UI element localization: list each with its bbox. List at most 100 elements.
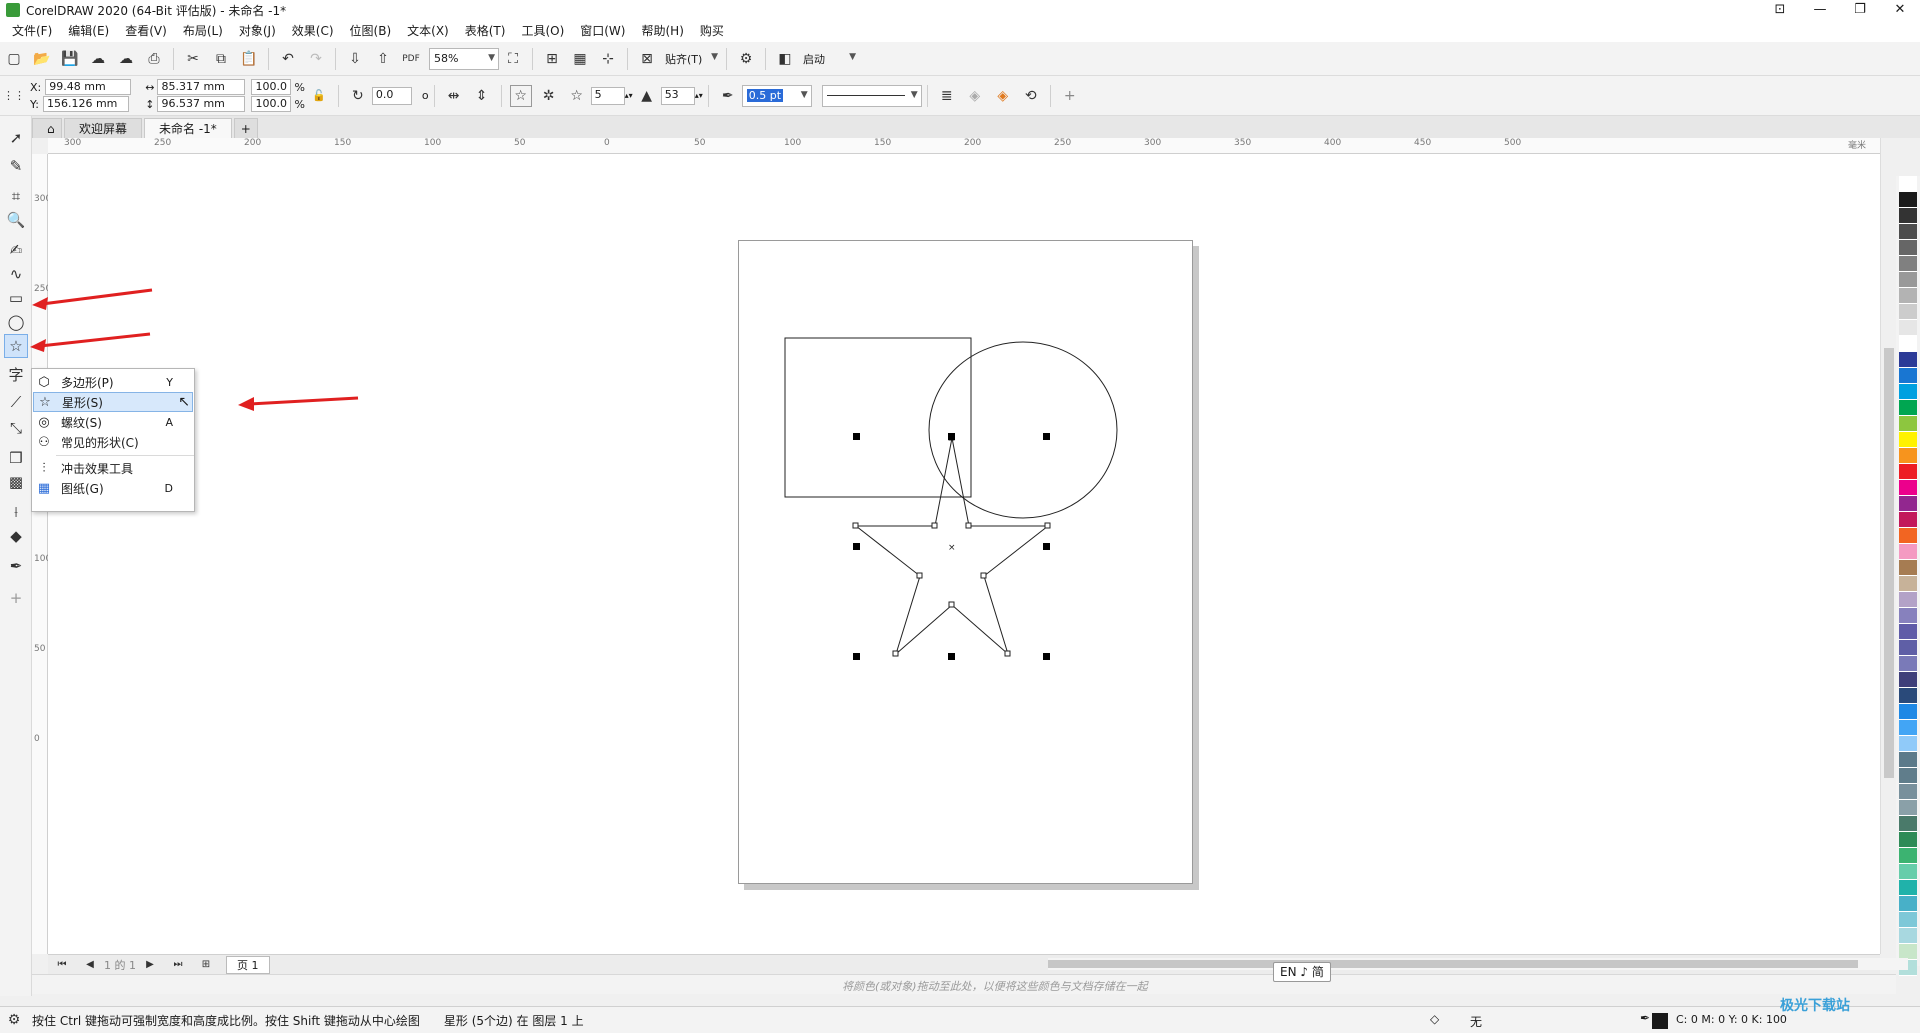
color-swatch[interactable] bbox=[1899, 768, 1917, 784]
add-tool-icon[interactable]: + bbox=[4, 586, 28, 610]
cloud-upload-icon[interactable]: ☁ bbox=[87, 48, 109, 70]
close-button[interactable]: ✕ bbox=[1880, 0, 1920, 20]
interactive-fill-tool-icon[interactable]: ◆ bbox=[4, 524, 28, 548]
object-origin-icon[interactable]: ⋮⋮ bbox=[3, 85, 25, 107]
to-back-icon[interactable]: ◈ bbox=[992, 85, 1014, 107]
next-page-icon[interactable]: ▶ bbox=[139, 954, 161, 976]
handle-left[interactable] bbox=[853, 543, 860, 550]
flyout-polygon-tool[interactable]: ⬡ 多边形(P) Y bbox=[33, 372, 193, 392]
color-swatch[interactable] bbox=[1899, 176, 1917, 192]
color-swatch[interactable] bbox=[1899, 640, 1917, 656]
color-swatch[interactable] bbox=[1899, 896, 1917, 912]
color-swatch[interactable] bbox=[1899, 496, 1917, 512]
mirror-horizontal-icon[interactable]: ⇹ bbox=[443, 85, 465, 107]
connector-tool-icon[interactable]: ⤡ bbox=[4, 416, 28, 440]
text-wrap-icon[interactable]: ≣ bbox=[936, 85, 958, 107]
crop-tool-icon[interactable]: ⌗ bbox=[4, 184, 28, 208]
points-input[interactable]: 5 bbox=[590, 86, 625, 105]
color-swatch[interactable] bbox=[1899, 832, 1917, 848]
freehand-tool-icon[interactable]: ✍ bbox=[4, 238, 28, 262]
star-icon[interactable]: ☆ bbox=[509, 84, 532, 107]
full-screen-icon[interactable]: ⛶ bbox=[502, 48, 524, 70]
import-icon[interactable]: ⇩ bbox=[344, 48, 366, 70]
color-swatch[interactable] bbox=[1899, 800, 1917, 816]
color-swatch[interactable] bbox=[1899, 320, 1917, 336]
transparency-tool-icon[interactable]: ▩ bbox=[4, 470, 28, 494]
color-swatch[interactable] bbox=[1899, 784, 1917, 800]
color-swatch[interactable] bbox=[1899, 512, 1917, 528]
document-palette[interactable]: 将颜色(或对象)拖动至此处，以便将这些颜色与文档存储在一起 bbox=[32, 974, 1896, 994]
color-swatch[interactable] bbox=[1899, 480, 1917, 496]
points-stepper[interactable]: ▴▾ bbox=[625, 91, 633, 100]
open-folder-icon[interactable]: 📂 bbox=[31, 48, 53, 70]
handle-top-left[interactable] bbox=[853, 433, 860, 440]
handle-bottom-left[interactable] bbox=[853, 653, 860, 660]
rectangle-shape[interactable] bbox=[784, 337, 972, 498]
flyout-star-tool[interactable]: ☆ 星形(S) ↖ bbox=[33, 392, 193, 412]
color-swatch[interactable] bbox=[1899, 816, 1917, 832]
ellipse-tool-icon[interactable]: ◯ bbox=[4, 310, 28, 334]
page-tab[interactable]: 页 1 bbox=[226, 955, 270, 974]
line-style-select[interactable]: ▼ bbox=[821, 84, 922, 107]
launch-dropdown[interactable]: 启动 ▼ bbox=[799, 48, 859, 70]
color-swatch[interactable] bbox=[1899, 544, 1917, 560]
color-swatch[interactable] bbox=[1899, 432, 1917, 448]
handle-right[interactable] bbox=[1043, 543, 1050, 550]
parallel-dimension-tool-icon[interactable]: ⟋ bbox=[4, 390, 28, 414]
options-gear-icon[interactable]: ⚙ bbox=[735, 48, 757, 70]
mirror-vertical-icon[interactable]: ⇕ bbox=[471, 85, 493, 107]
save-icon[interactable]: 💾 bbox=[59, 48, 81, 70]
color-swatch[interactable] bbox=[1899, 208, 1917, 224]
sharpness-input[interactable]: 53 bbox=[660, 86, 695, 105]
home-icon[interactable]: ⌂ bbox=[32, 118, 62, 138]
vertical-scrollbar[interactable] bbox=[1880, 138, 1896, 954]
horizontal-scrollbar[interactable] bbox=[1048, 958, 1908, 970]
menu-bitmaps[interactable]: 位图(B) bbox=[342, 20, 400, 42]
artistic-media-tool-icon[interactable]: ∿ bbox=[4, 262, 28, 286]
color-swatch[interactable] bbox=[1899, 272, 1917, 288]
color-swatch[interactable] bbox=[1899, 592, 1917, 608]
color-swatch[interactable] bbox=[1899, 576, 1917, 592]
copy-icon[interactable]: ⧉ bbox=[210, 48, 232, 70]
shape-tool-icon[interactable]: ✎ bbox=[4, 154, 28, 178]
handle-bottom-right[interactable] bbox=[1043, 653, 1050, 660]
menu-table[interactable]: 表格(T) bbox=[457, 20, 514, 42]
color-swatch[interactable] bbox=[1899, 672, 1917, 688]
rotation-icon[interactable]: ↻ bbox=[347, 85, 369, 107]
color-swatch[interactable] bbox=[1899, 256, 1917, 272]
color-swatch[interactable] bbox=[1899, 752, 1917, 768]
lock-ratio-icon[interactable]: 🔓 bbox=[308, 85, 330, 107]
menu-edit[interactable]: 编辑(E) bbox=[60, 20, 117, 42]
color-swatch[interactable] bbox=[1899, 720, 1917, 736]
color-swatch[interactable] bbox=[1899, 400, 1917, 416]
color-swatch[interactable] bbox=[1899, 368, 1917, 384]
color-swatch[interactable] bbox=[1899, 688, 1917, 704]
handle-top[interactable] bbox=[948, 433, 955, 440]
status-gear-icon[interactable]: ⚙ bbox=[3, 1009, 25, 1031]
color-swatch[interactable] bbox=[1899, 656, 1917, 672]
color-swatch[interactable] bbox=[1899, 928, 1917, 944]
color-swatch[interactable] bbox=[1899, 448, 1917, 464]
flyout-graph-paper-tool[interactable]: ▦ 图纸(G) D bbox=[33, 478, 193, 498]
width-input[interactable]: 85.317 mm bbox=[157, 79, 246, 95]
color-swatch[interactable] bbox=[1899, 288, 1917, 304]
complex-star-icon[interactable]: ✲ bbox=[538, 85, 560, 107]
snap-off-icon[interactable]: ⊠ bbox=[636, 48, 658, 70]
menu-window[interactable]: 窗口(W) bbox=[572, 20, 633, 42]
scale-x-input[interactable]: 100.0 bbox=[251, 79, 292, 95]
undo-icon[interactable]: ↶ bbox=[277, 48, 299, 70]
color-swatch[interactable] bbox=[1899, 192, 1917, 208]
pdf-icon[interactable]: PDF bbox=[400, 48, 422, 70]
add-tab-button[interactable]: + bbox=[233, 118, 258, 138]
maximize-button[interactable]: ❐ bbox=[1840, 0, 1880, 20]
color-swatch[interactable] bbox=[1899, 336, 1917, 352]
menu-help[interactable]: 帮助(H) bbox=[633, 20, 691, 42]
flyout-common-shapes-tool[interactable]: ⚇ 常见的形状(C) bbox=[33, 432, 193, 452]
new-document-icon[interactable]: ▢ bbox=[3, 48, 25, 70]
menu-file[interactable]: 文件(F) bbox=[4, 20, 60, 42]
last-page-icon[interactable]: ⏭ bbox=[167, 954, 189, 976]
show-grid-icon[interactable]: ▦ bbox=[569, 48, 591, 70]
launch-icon[interactable]: ◧ bbox=[774, 48, 796, 70]
outline-width-select[interactable]: 0.5 pt ▼ bbox=[741, 84, 812, 107]
menu-object[interactable]: 对象(J) bbox=[231, 20, 284, 42]
